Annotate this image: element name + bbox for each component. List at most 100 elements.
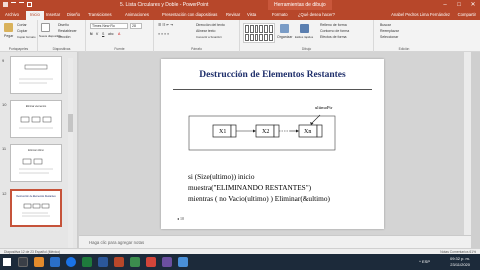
select-button[interactable]: Seleccionar [380, 35, 398, 39]
user-name[interactable]: Anabel Pedros Lima Fernández [391, 12, 450, 17]
contextual-tab-header: Herramientas de dibujo [268, 0, 332, 10]
thumbnail-number: 12 [2, 191, 7, 196]
shapes-gallery[interactable] [243, 23, 275, 43]
quick-styles-button[interactable]: Estilos rápidos [295, 35, 313, 39]
clipboard-group-label: Portapapeles [8, 47, 29, 51]
system-tray[interactable]: ^ ESP [419, 259, 430, 264]
ribbon: Pegar Cortar Copiar Copiar formato Porta… [0, 20, 480, 52]
quick-styles-icon[interactable] [300, 24, 309, 33]
arrowhead [296, 129, 299, 133]
bullets-icon[interactable]: ☰ ☷ ⇤ ⇥ [158, 23, 173, 27]
clock[interactable]: 09:32 p. m. 23/11/2020 [450, 256, 470, 268]
save-icon[interactable] [3, 2, 8, 7]
notes-pane[interactable]: Haga clic para agregar notas [79, 235, 471, 248]
slide-thumbnail[interactable]: Eliminar elementos [10, 100, 62, 138]
bold-button[interactable]: N [90, 32, 93, 36]
tab-revisar[interactable]: Revisar [226, 12, 240, 17]
layout-button[interactable]: Diseño [58, 23, 69, 27]
slides-group-label: Diapositivas [52, 47, 71, 51]
app-icon[interactable] [178, 257, 188, 267]
format-painter-button[interactable]: Copiar formato [17, 35, 36, 39]
tell-me-search[interactable]: ¿Qué desea hacer? [298, 12, 335, 17]
tab-inicio[interactable]: Inicio [26, 11, 44, 20]
notes-placeholder[interactable]: Haga clic para agregar notas [89, 240, 144, 245]
font-group: Times New Ro 28 N K S abc A Fuente [86, 20, 154, 52]
tab-transiciones[interactable]: Transiciones [88, 12, 112, 17]
thumbnails-scrollbar[interactable] [68, 58, 73, 248]
pointer-label: ultimoPtr [315, 105, 333, 110]
slides-group: Nueva diapositiva Diseño Restablecer Sec… [38, 20, 86, 52]
font-name-input[interactable]: Times New Ro [90, 23, 128, 29]
smartart-button[interactable]: Convertir a SmartArt [196, 35, 222, 39]
word-icon[interactable] [98, 257, 108, 267]
scrollbar-thumb[interactable] [68, 114, 73, 132]
paste-icon[interactable] [4, 23, 13, 32]
excel-icon[interactable] [82, 257, 92, 267]
thumbnail-number: 10 [2, 102, 7, 107]
app-icon[interactable] [162, 257, 172, 267]
windows-start-icon[interactable] [3, 258, 11, 266]
file-explorer-icon[interactable] [50, 257, 60, 267]
italic-button[interactable]: K [96, 32, 98, 36]
shape-fill-button[interactable]: Relleno de forma [320, 23, 347, 27]
reset-button[interactable]: Restablecer [58, 29, 77, 33]
slide-thumbnail[interactable]: Eliminar último [10, 144, 62, 182]
arrange-button[interactable]: Organizar [277, 35, 292, 39]
slide-thumbnail-selected[interactable]: Destrucción de Elementos Restantes [10, 189, 62, 227]
tab-diseno[interactable]: Diseño [67, 12, 80, 17]
align-text-button[interactable]: Alinear texto [196, 29, 215, 33]
close-button[interactable]: ✕ [466, 0, 480, 10]
current-slide[interactable]: Destrucción de Elementos Restantes ultim… [161, 59, 384, 229]
find-button[interactable]: Buscar [380, 23, 391, 27]
copy-button[interactable]: Copiar [17, 29, 27, 33]
pdf-icon[interactable] [146, 257, 156, 267]
tab-archivo[interactable]: Archivo [5, 12, 19, 17]
thumbnail-number: 11 [2, 146, 7, 151]
shape-effects-button[interactable]: Efectos de forma [320, 35, 346, 39]
powerpoint-icon[interactable] [114, 257, 124, 267]
share-button[interactable]: Compartir [458, 12, 476, 17]
shape-outline-button[interactable]: Contorno de forma [320, 29, 349, 33]
media-player-icon[interactable] [34, 257, 44, 267]
code-line[interactable]: si (Size(ultimo)) inicio [188, 172, 254, 181]
slide-page-number: ◂ 10 [177, 216, 185, 221]
chrome-icon[interactable] [66, 257, 76, 267]
start-presentation-icon[interactable] [27, 2, 32, 7]
underline-button[interactable]: S [102, 32, 104, 36]
arrange-icon[interactable] [280, 24, 289, 33]
undo-icon[interactable] [11, 2, 16, 7]
canvas-scrollbar[interactable] [464, 52, 471, 235]
linked-list-diagram[interactable] [161, 59, 384, 229]
tab-insertar[interactable]: Insertar [46, 12, 60, 17]
maximize-button[interactable]: □ [452, 0, 466, 10]
tab-presentacion[interactable]: Presentación con diapositivas [162, 12, 217, 17]
tab-formato[interactable]: Formato [272, 12, 288, 17]
node-label: X2 [262, 129, 270, 135]
window-title: 5. Lista Circulares y Doble - PowerPoint [120, 2, 209, 8]
replace-button[interactable]: Reemplazar [380, 29, 399, 33]
node-label: Xn [304, 129, 312, 135]
code-line[interactable]: mientras ( no Vacio(ultimo) ) Eliminar(&… [188, 194, 330, 203]
arrowhead [310, 122, 314, 125]
align-icon[interactable]: ≡ ≡ ≡ ≡ [158, 32, 169, 36]
minimize-button[interactable]: – [438, 0, 452, 10]
font-size-input[interactable]: 28 [130, 23, 142, 29]
code-line[interactable]: muestra("ELIMINANDO RESTANTES") [188, 183, 311, 192]
section-button[interactable]: Sección [58, 35, 70, 39]
new-slide-icon[interactable] [41, 23, 50, 32]
app-icon[interactable] [130, 257, 140, 267]
paragraph-group-label: Párrafo [191, 47, 202, 51]
redo-icon[interactable] [19, 2, 24, 7]
search-icon[interactable] [18, 257, 28, 267]
paste-button[interactable]: Pegar [4, 34, 13, 38]
text-direction-button[interactable]: Dirección del texto [196, 23, 225, 27]
editing-group-label: Edición [398, 47, 410, 51]
cut-button[interactable]: Cortar [17, 23, 27, 27]
tab-vista[interactable]: Vista [247, 12, 256, 17]
tab-animaciones[interactable]: Animaciones [125, 12, 149, 17]
strikethrough-button[interactable]: abc [108, 32, 114, 36]
slide-thumbnail[interactable] [10, 56, 62, 94]
thumbnail-title: Eliminar elementos [25, 105, 47, 108]
font-color-button[interactable]: A [118, 32, 120, 36]
thumbnail-diagram [19, 64, 53, 84]
